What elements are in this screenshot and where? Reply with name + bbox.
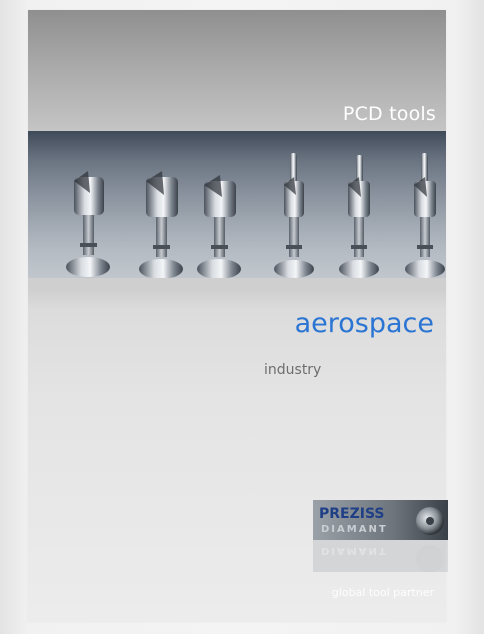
logo-reflection: DIAMANT: [313, 540, 448, 572]
tagline: global tool partner: [331, 586, 434, 599]
pcd-tools-photo: [28, 131, 446, 278]
industry-subtitle: industry: [264, 362, 322, 378]
industry-title: aerospace: [294, 308, 434, 339]
category-label: PCD tools: [342, 103, 436, 125]
tools-illustration: [28, 131, 446, 278]
logo-line2: DIAMANT: [321, 524, 388, 535]
logo-reflection-line2: DIAMANT: [321, 545, 388, 556]
preziss-diamant-logo: PREZISS DIAMANT: [313, 500, 448, 540]
logo-line1: PREZISS: [319, 506, 385, 522]
brochure-cover: PCD tools aerospace industry PREZISS DIA…: [28, 10, 448, 622]
